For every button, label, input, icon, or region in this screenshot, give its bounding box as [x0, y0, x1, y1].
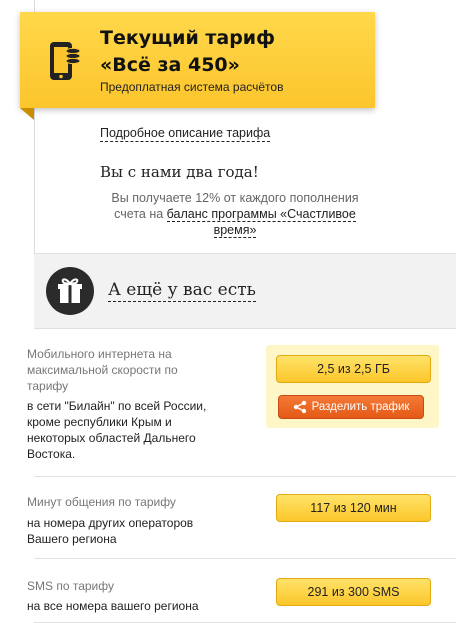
sms-description: на все номера вашего региона — [27, 599, 199, 613]
minutes-balance: 117 из 120 мин — [276, 494, 431, 522]
extras-title[interactable]: А ещё у вас есть — [108, 279, 256, 302]
sms-balance: 291 из 300 SMS — [276, 578, 431, 606]
tariff-subtitle: Предоплатная система расчётов — [100, 80, 284, 94]
internet-coverage: в сети "Билайн" по всей России, кроме ре… — [27, 399, 207, 461]
tariff-description-link[interactable]: Подробное описание тарифа — [100, 126, 271, 142]
internet-label: Мобильного интернета на максимальной ско… — [27, 347, 178, 393]
share-button-label: Разделить трафик — [311, 401, 410, 413]
bonus-program-link[interactable]: баланс программы «Счастливое время» — [166, 207, 356, 238]
share-traffic-button[interactable]: Разделить трафик — [278, 395, 424, 419]
tariff-name: «Всё за 450» — [100, 54, 240, 76]
share-icon — [293, 400, 306, 414]
minutes-label: Минут общения по тарифу — [27, 495, 176, 509]
minutes-description: на номера других операторов Вашего регио… — [27, 516, 194, 546]
gift-icon-circle — [46, 267, 94, 315]
bonus-text: Вы получаете 12% от каждого пополнения с… — [100, 190, 370, 238]
tariff-title: Текущий тариф — [100, 27, 275, 49]
gift-icon — [58, 278, 82, 303]
internet-balance: 2,5 из 2,5 ГБ — [276, 355, 431, 383]
sms-label: SMS по тарифу — [27, 579, 114, 593]
loyalty-message: Вы с нами два года! — [100, 163, 259, 181]
ribbon-fold — [20, 108, 34, 120]
phone-icon — [50, 42, 81, 80]
